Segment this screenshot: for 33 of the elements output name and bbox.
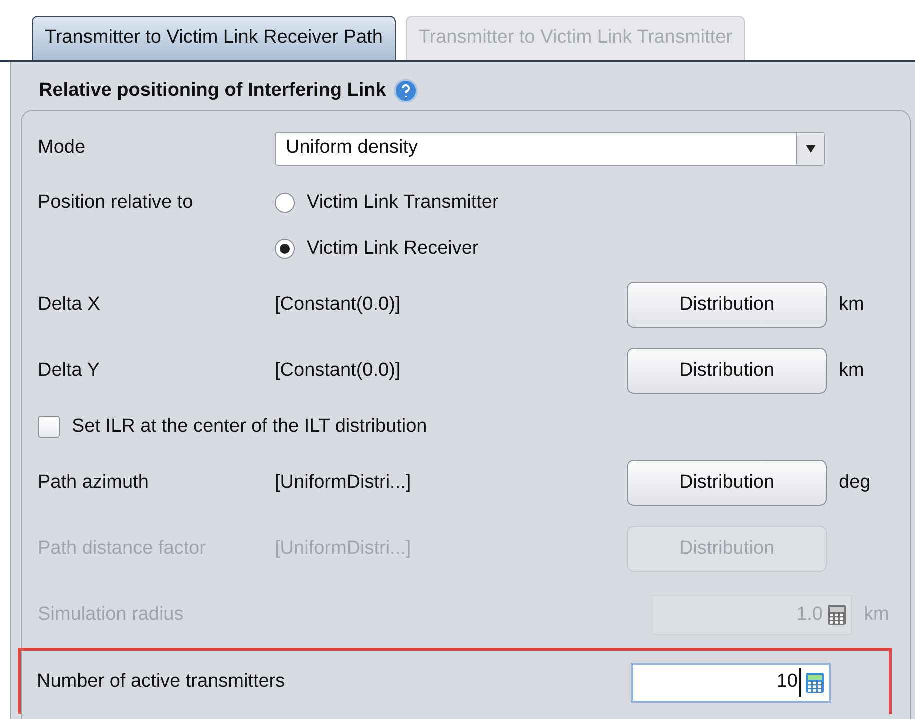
field-label: Number of active transmitters	[37, 670, 286, 694]
radio-label[interactable]: Victim Link Transmitter	[307, 188, 499, 218]
calculator-icon[interactable]	[805, 672, 825, 694]
calculator-icon[interactable]	[827, 604, 847, 626]
unit-label: deg	[839, 470, 871, 495]
checkbox[interactable]	[38, 416, 60, 438]
unit-label: km	[864, 604, 890, 625]
distribution-value: [UniformDistri...]	[275, 470, 412, 495]
distribution-value: [UniformDistri...]	[275, 536, 412, 561]
help-icon[interactable]	[394, 79, 418, 103]
mode-dropdown[interactable]: Uniform density	[275, 132, 825, 166]
field-label: Delta Y	[38, 358, 101, 383]
radio-button[interactable]	[275, 193, 295, 213]
distribution-value: [Constant(0.0)]	[275, 292, 402, 317]
number-field[interactable]: 10	[631, 662, 831, 702]
radio-label[interactable]: Victim Link Receiver	[307, 234, 479, 264]
unit-label: km	[839, 292, 864, 317]
field-label: Simulation radius	[38, 602, 185, 627]
field-label: Position relative to	[38, 190, 194, 215]
checkbox-label[interactable]: Set ILR at the center of the ILT distribution	[72, 412, 428, 442]
field-label: Mode	[38, 136, 87, 160]
distribution-button[interactable]: Distribution	[627, 282, 827, 328]
field-label: Delta X	[38, 292, 102, 317]
dropdown-arrow-icon	[806, 144, 816, 152]
tab[interactable]: Transmitter to Victim Link Receiver Path	[32, 16, 396, 60]
unit-label: km	[839, 358, 864, 383]
distribution-value: [Constant(0.0)]	[275, 358, 402, 383]
distribution-button[interactable]: Distribution	[627, 348, 827, 394]
field-label: Path azimuth	[38, 470, 150, 495]
distribution-button[interactable]: Distribution	[627, 460, 827, 506]
radio-button[interactable]	[275, 239, 295, 259]
field-label: Path distance factor	[38, 536, 207, 561]
section-title: Relative positioning of Interfering Link	[39, 78, 386, 103]
